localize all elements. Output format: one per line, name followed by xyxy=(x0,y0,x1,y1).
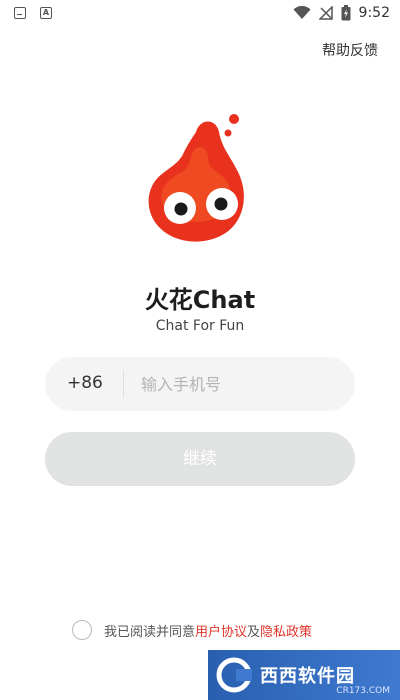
watermark-subtext: CR173.COM xyxy=(336,686,390,696)
country-code-selector[interactable]: +86 xyxy=(67,373,103,393)
app-title: 火花Chat xyxy=(144,286,256,314)
a-text-icon: A xyxy=(40,7,52,19)
continue-button[interactable]: 继续 xyxy=(45,432,355,486)
watermark-logo-icon xyxy=(216,657,252,693)
agreement-prefix: 我已阅读并同意 xyxy=(104,624,196,640)
phone-input-container: +86 xyxy=(45,357,355,411)
agreement-checkbox[interactable] xyxy=(72,620,92,640)
agreement-row: 我已阅读并同意 用户协议 及 隐私政策 xyxy=(72,620,312,640)
app-subtitle: Chat For Fun xyxy=(155,318,245,334)
divider xyxy=(123,371,124,397)
privacy-policy-link[interactable]: 隐私政策 xyxy=(260,621,312,640)
phone-number-input[interactable] xyxy=(141,367,341,401)
battery-charging-icon xyxy=(341,5,351,21)
status-bar: A 9:52 xyxy=(0,0,400,28)
watermark-banner: 西西软件园 CR173.COM xyxy=(208,650,400,700)
signal-off-icon xyxy=(318,6,333,20)
wifi-icon xyxy=(293,6,311,19)
clock: 9:52 xyxy=(358,5,390,21)
help-feedback-link[interactable]: 帮助反馈 xyxy=(322,40,378,60)
app-logo-flame-icon xyxy=(148,114,244,242)
watermark-text: 西西软件园 xyxy=(260,666,355,687)
download-icon xyxy=(14,7,26,19)
user-agreement-link[interactable]: 用户协议 xyxy=(195,621,247,640)
agreement-and: 及 xyxy=(247,624,261,640)
